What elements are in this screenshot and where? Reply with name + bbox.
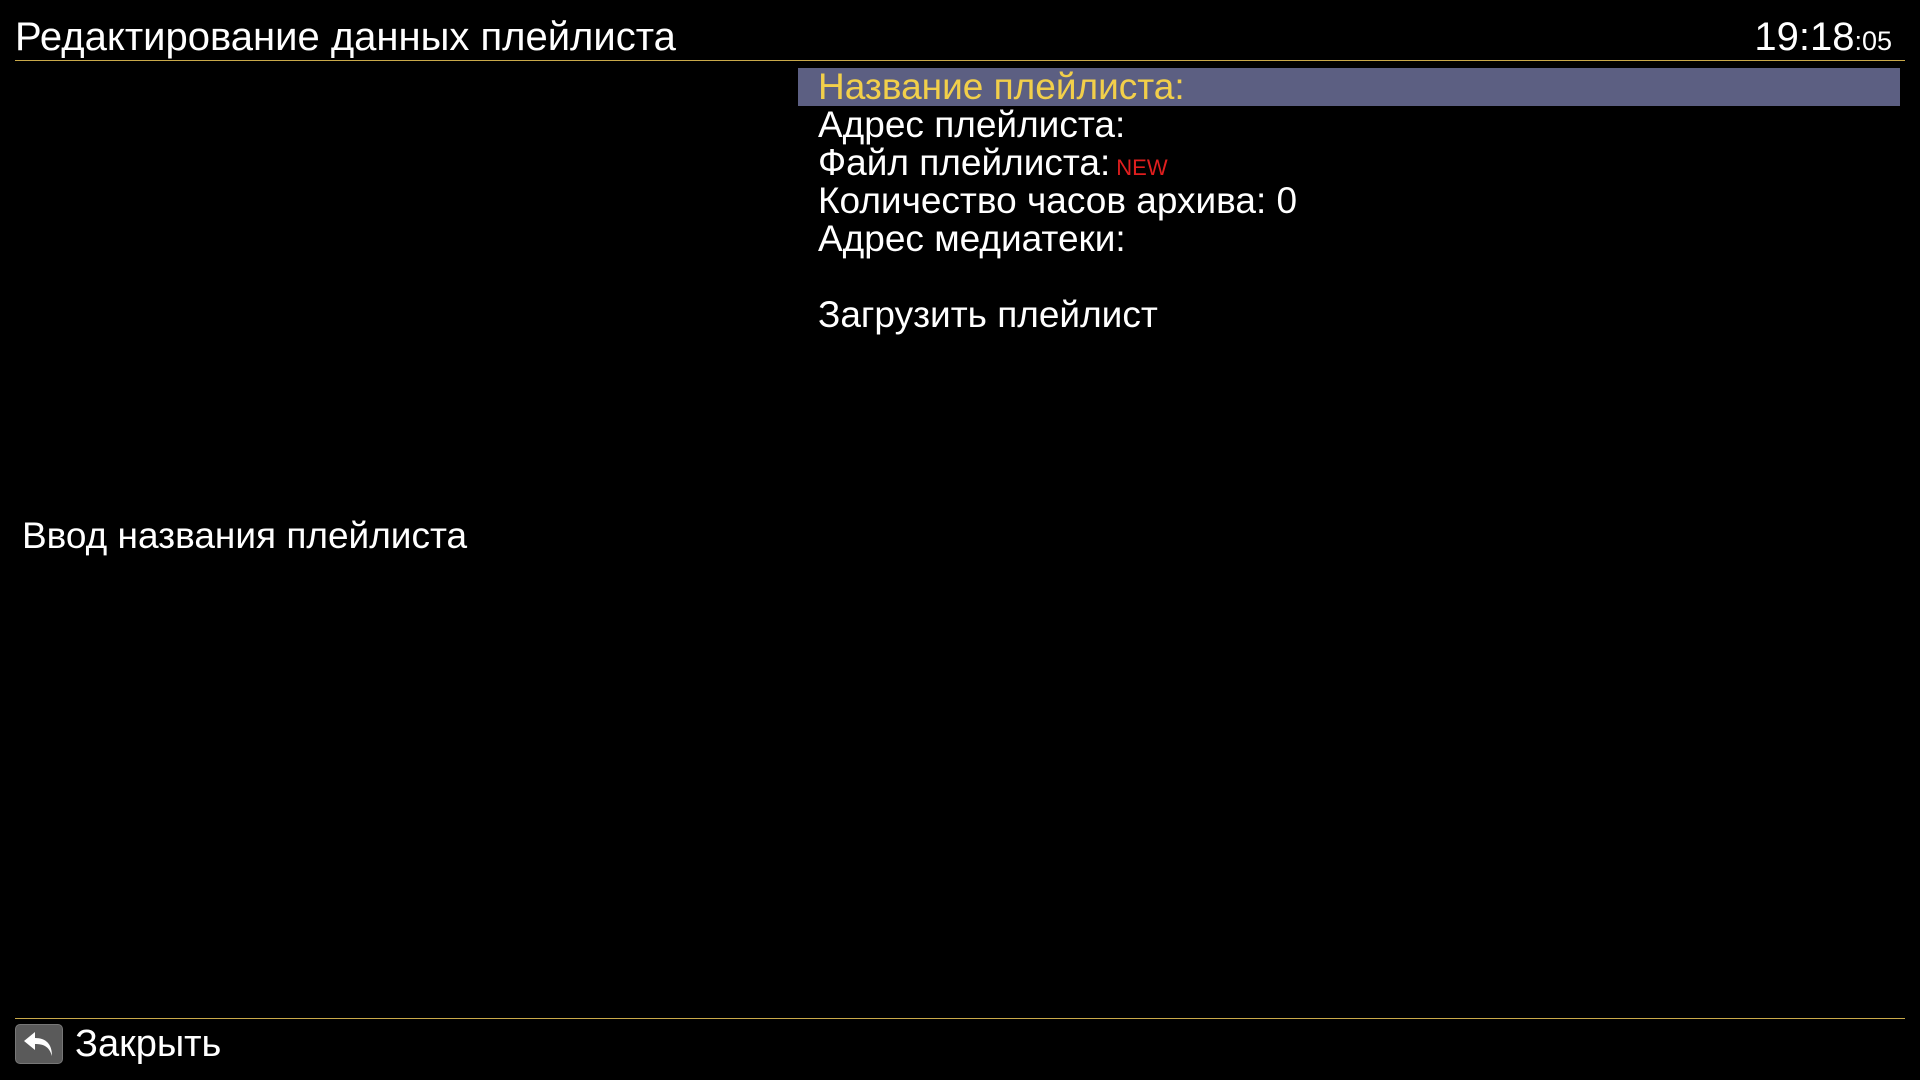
clock-hours-minutes: 19:18 xyxy=(1754,15,1855,59)
menu-item-label: Название плейлиста: xyxy=(818,66,1185,107)
return-arrow-icon xyxy=(15,1024,63,1064)
clock: 19:18:05 xyxy=(1754,14,1892,64)
header-divider xyxy=(15,60,1905,61)
menu-item-playlist-file[interactable]: Файл плейлиста: NEW xyxy=(798,144,1900,182)
menu-item-label: Адрес медиатеки: xyxy=(818,218,1126,259)
menu-spacer xyxy=(798,258,1900,296)
clock-seconds: :05 xyxy=(1854,26,1892,56)
page-title: Редактирование данных плейлиста xyxy=(15,15,676,59)
menu-item-label: Адрес плейлиста: xyxy=(818,104,1126,145)
screen: Редактирование данных плейлиста 19:18:05… xyxy=(0,0,1920,1080)
footer-divider xyxy=(15,1018,1905,1019)
close-label: Закрыть xyxy=(75,1023,222,1065)
return-arrow-glyph xyxy=(24,1032,52,1056)
menu-item-media-library-address[interactable]: Адрес медиатеки: xyxy=(798,220,1900,258)
menu-item-archive-hours[interactable]: Количество часов архива: 0 xyxy=(798,182,1900,220)
menu-item-load-playlist[interactable]: Загрузить плейлист xyxy=(798,296,1900,334)
menu-item-label: Файл плейлиста: xyxy=(818,142,1111,183)
playlist-settings-menu: Название плейлиста: Адрес плейлиста: Фай… xyxy=(798,68,1900,334)
menu-item-playlist-address[interactable]: Адрес плейлиста: xyxy=(798,106,1900,144)
menu-item-label: Количество часов архива: 0 xyxy=(818,180,1298,221)
menu-item-playlist-name[interactable]: Название плейлиста: xyxy=(798,68,1900,106)
hint-text: Ввод названия плейлиста xyxy=(22,515,468,556)
new-badge: NEW xyxy=(1116,155,1168,180)
menu-item-label: Загрузить плейлист xyxy=(818,294,1158,335)
footer-close-button[interactable]: Закрыть xyxy=(15,1022,221,1066)
